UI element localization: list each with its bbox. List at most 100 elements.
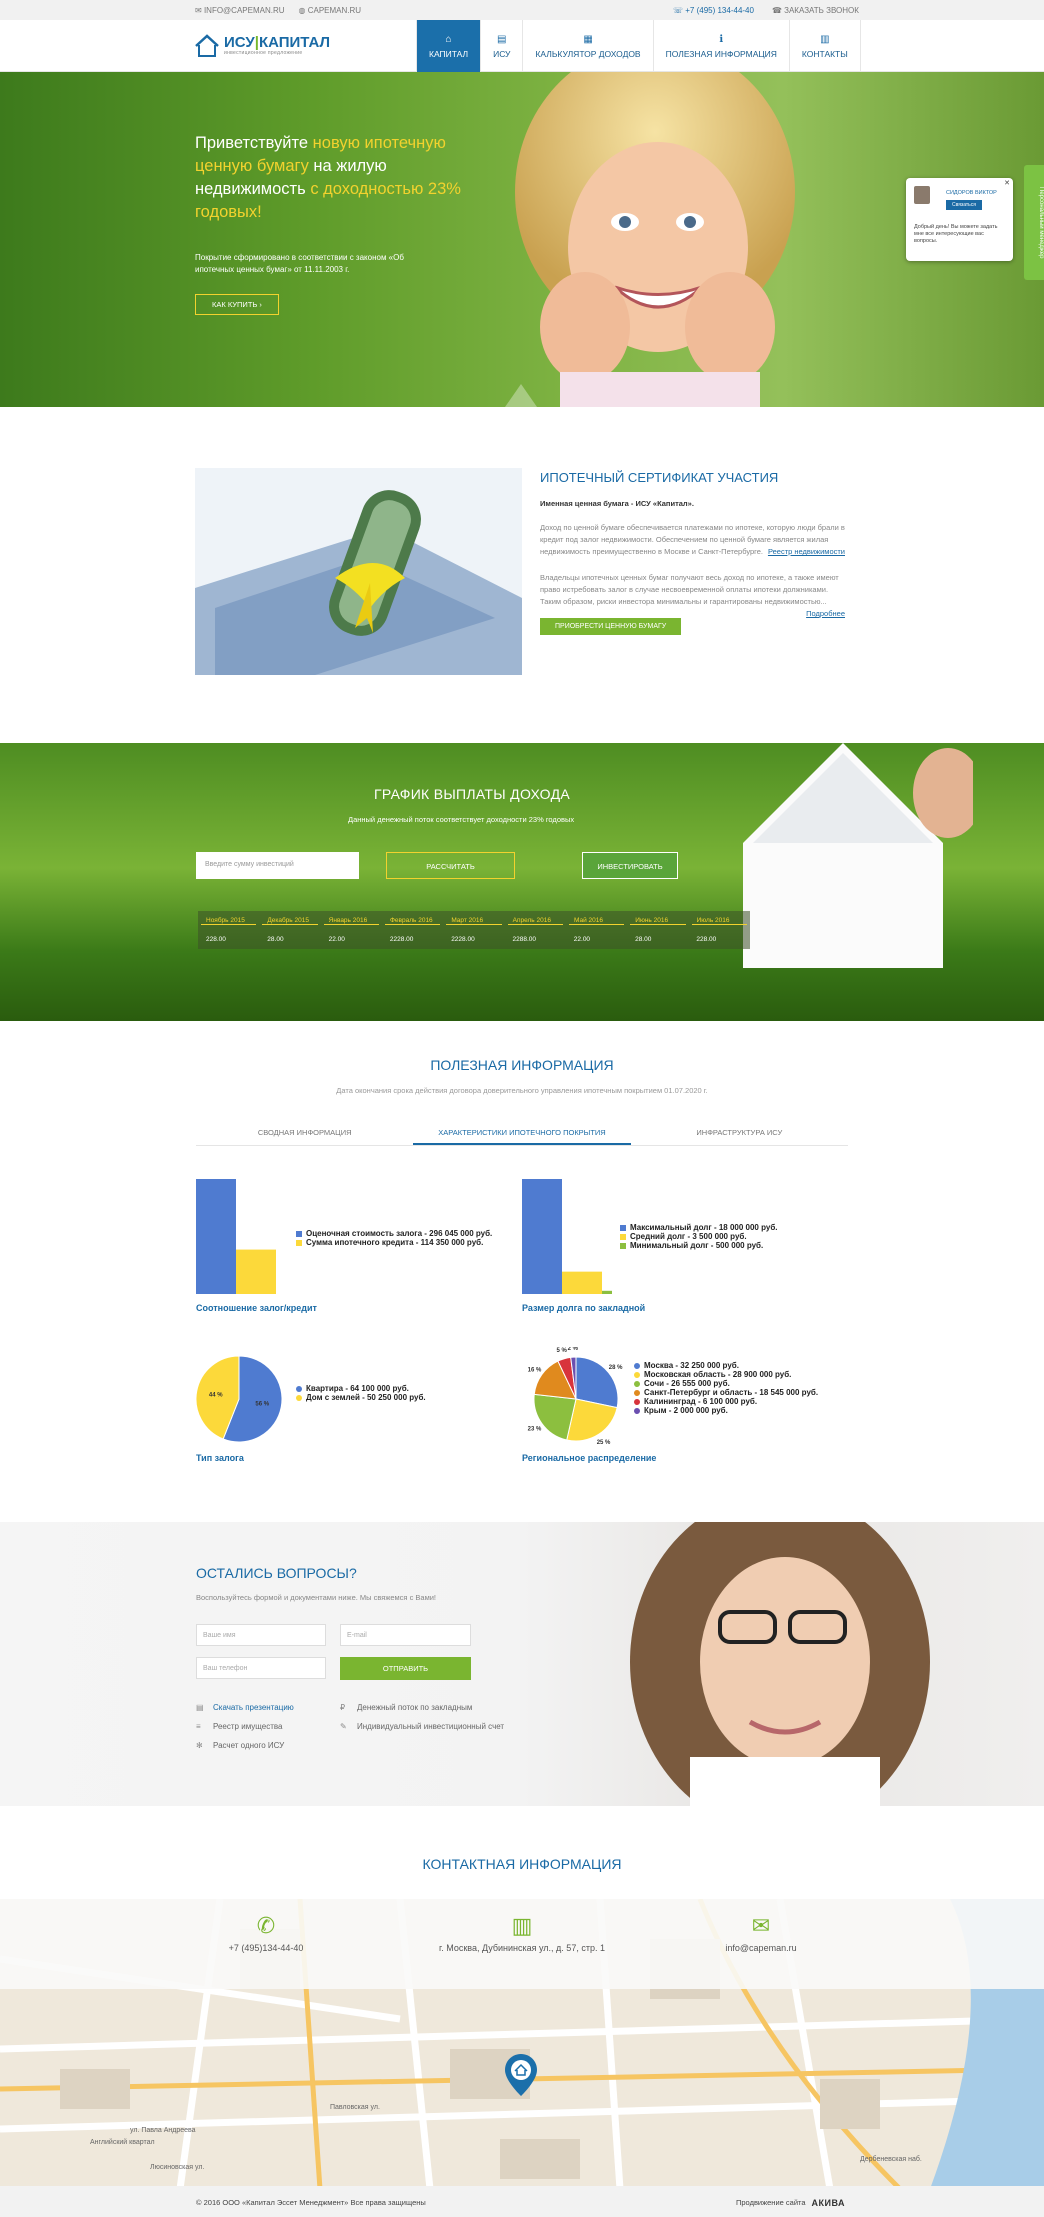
callback-text: ЗАКАЗАТЬ ЗВОНОК [784,6,859,15]
real-estate-registry-link[interactable]: Реестр недвижимости [768,546,845,558]
schedule-value: 228.00 [206,936,226,943]
schedule-value: 22.00 [573,936,591,943]
chart2-legend: Максимальный долг - 18 000 000 руб. Средн… [620,1223,778,1250]
schedule-month: Февраль 2016 [384,917,441,925]
link-label: Расчет одного ИСУ [213,1741,285,1750]
buy-security-button[interactable]: ПРИОБРЕСТИ ЦЕННУЮ БУМАГУ [540,618,682,635]
legend-label: Средний долг - 3 500 000 руб. [630,1232,747,1241]
chart1-title: Соотношение залог/кредит [196,1303,317,1313]
header: ИСУ|КАПИТАЛ инвестиционное предложение ⌂… [0,20,1044,72]
doc-icon: ▤ [497,33,507,45]
legend-swatch [634,1389,640,1396]
schedule-month: Декабрь 2015 [262,917,318,925]
schedule-month: Апрель 2016 [507,917,563,925]
tab-infrastructure[interactable]: ИНФРАСТРУКТУРА ИСУ [631,1122,848,1145]
schedule-table: Ноябрь 2015 Декабрь 2015 Январь 2016 Феврал… [198,911,750,949]
cash-flow-link[interactable]: ₽ Денежный поток по закладным [340,1703,472,1712]
logo[interactable]: ИСУ|КАПИТАЛ инвестиционное предложение [194,34,330,58]
chart4-title: Региональное распределение [522,1453,657,1463]
contact-phone[interactable]: ✆ +7 (495)134-44-40 [156,1913,376,1953]
schedule-value: 28.00 [635,936,652,943]
hero-headline: Приветствуйте новую ипотечную ценную бум… [195,132,495,224]
legend-swatch [296,1239,302,1246]
chart3-legend: Квартира - 64 100 000 руб. Дом с землей -… [296,1384,426,1402]
close-icon[interactable]: ✕ [1004,179,1010,187]
tab-summary[interactable]: СВОДНАЯ ИНФОРМАЦИЯ [196,1122,413,1145]
map-label: Люсиновская ул. [150,2164,204,2171]
how-to-buy-button[interactable]: КАК КУПИТЬ › [195,294,279,315]
calculate-button[interactable]: РАССЧИТАТЬ [386,852,515,879]
legend-label: Квартира - 64 100 000 руб. [306,1384,409,1393]
nav-label: КАЛЬКУЛЯТОР ДОХОДОВ [535,48,641,59]
bar [562,1271,602,1294]
single-isu-calc-link[interactable]: ✻ Расчет одного ИСУ [196,1741,284,1750]
personal-manager-tab[interactable]: Персональный менеджер [1024,165,1044,280]
info-icon: ℹ [719,33,724,45]
schedule-month: Июнь 2016 [630,917,686,925]
chart-debt-size [522,1179,612,1294]
name-input[interactable]: Ваше имя [196,1624,326,1646]
hero-banner: Приветствуйте новую ипотечную ценную бум… [0,72,1044,407]
map-pin-icon[interactable] [505,2054,537,2096]
pencil-icon: ✎ [340,1722,347,1731]
nav-label: КОНТАКТЫ [801,48,848,59]
envelope-icon: ✉ [751,1913,771,1938]
brand-logo: АКИВА [811,2198,846,2208]
questions-section: ОСТАЛИСЬ ВОПРОСЫ? Воспользуйтесь формой … [0,1522,1044,1806]
contact-email[interactable]: ✉ info@capeman.ru [651,1913,871,1953]
ruble-icon: ₽ [340,1703,346,1712]
legend-swatch [620,1224,626,1231]
legend-swatch [634,1407,640,1414]
top-phone[interactable]: ☏ +7 (495) 134-44-40 [673,6,754,15]
legend-label: Минимальный долг - 500 000 руб. [630,1241,764,1250]
pie-label: 28 % [609,1365,623,1371]
list-icon: ≡ [196,1722,201,1731]
property-registry-link[interactable]: ≡ Реестр имущества [196,1722,283,1731]
schedule-month: Март 2016 [446,917,502,925]
legend-swatch [296,1394,302,1401]
legend-label: Санкт-Петербург и область - 18 545 000 р… [644,1388,819,1397]
bar [522,1179,562,1294]
link-label: Реестр имущества [213,1722,283,1731]
payment-schedule-section: ГРАФИК ВЫПЛАТЫ ДОХОДА Данный денежный по… [0,743,1044,1021]
investment-amount-input[interactable]: Введите сумму инвестиций [196,852,359,879]
nav-item-capital[interactable]: ⌂ КАПИТАЛ [416,20,481,72]
promo[interactable]: Продвижение сайта АКИВА [736,2198,845,2208]
tab-mortgage-coverage[interactable]: ХАРАКТЕРИСТИКИ ИПОТЕЧНОГО ПОКРЫТИЯ [413,1122,631,1145]
pie-label: 56 % [255,1401,269,1407]
legend-label: Крым - 2 000 000 руб. [644,1406,728,1415]
individual-account-link[interactable]: ✎ Индивидуальный инвестиционный счет [340,1722,504,1731]
pie-label: 5 % [556,1348,567,1354]
nav-item-isu[interactable]: ▤ ИСУ [480,20,522,72]
top-site[interactable]: ◍ CAPEMAN.RU [299,6,362,15]
map-icon: ▥ [820,33,830,45]
submit-button[interactable]: ОТПРАВИТЬ [340,1657,471,1680]
callback-link[interactable]: ☎ ЗАКАЗАТЬ ЗВОНОК [772,6,859,15]
top-bar: ✉ INFO@CAPEMAN.RU ◍ CAPEMAN.RU ☏ +7 (495… [0,0,1044,20]
nav-item-contacts[interactable]: ▥ КОНТАКТЫ [788,20,861,72]
nav-item-calculator[interactable]: ▦ КАЛЬКУЛЯТОР ДОХОДОВ [522,20,652,72]
manager-avatar [914,186,930,204]
hero-description: Покрытие сформировано в соответствии с з… [195,253,404,274]
manager-name: СИДОРОВ ВИКТОР [946,190,997,196]
invest-button[interactable]: ИНВЕСТИРОВАТЬ [582,852,678,879]
contact-manager-button[interactable]: Связаться [946,200,982,210]
certificate-paragraph-2: Владельцы ипотечных ценных бумаг получаю… [540,572,845,618]
nav-item-info[interactable]: ℹ ПОЛЕЗНАЯ ИНФОРМАЦИЯ [652,20,789,72]
pie-label: 23 % [528,1427,542,1433]
promo-text: Продвижение сайта [736,2198,806,2207]
top-email[interactable]: ✉ INFO@CAPEMAN.RU [195,6,285,15]
email-input[interactable]: E-mail [340,1624,471,1646]
legend-label: Сумма ипотечного кредита - 114 350 000 р… [306,1238,484,1247]
nav-label: ПОЛЕЗНАЯ ИНФОРМАЦИЯ [665,48,777,59]
more-link[interactable]: Подробнее [806,608,845,620]
link-label: Скачать презентацию [213,1703,294,1712]
phone-input[interactable]: Ваш телефон [196,1657,326,1679]
contact-info-band: ✆ +7 (495)134-44-40 ▥ г. Москва, Дубининск… [0,1899,1044,1989]
legend-label: Максимальный долг - 18 000 000 руб. [630,1223,778,1232]
legend-swatch [634,1371,640,1378]
bar [236,1249,276,1294]
legend-label: Сочи - 26 555 000 руб. [644,1379,730,1388]
legend-swatch [620,1233,626,1240]
download-presentation-link[interactable]: ▤ Скачать презентацию [196,1703,294,1712]
